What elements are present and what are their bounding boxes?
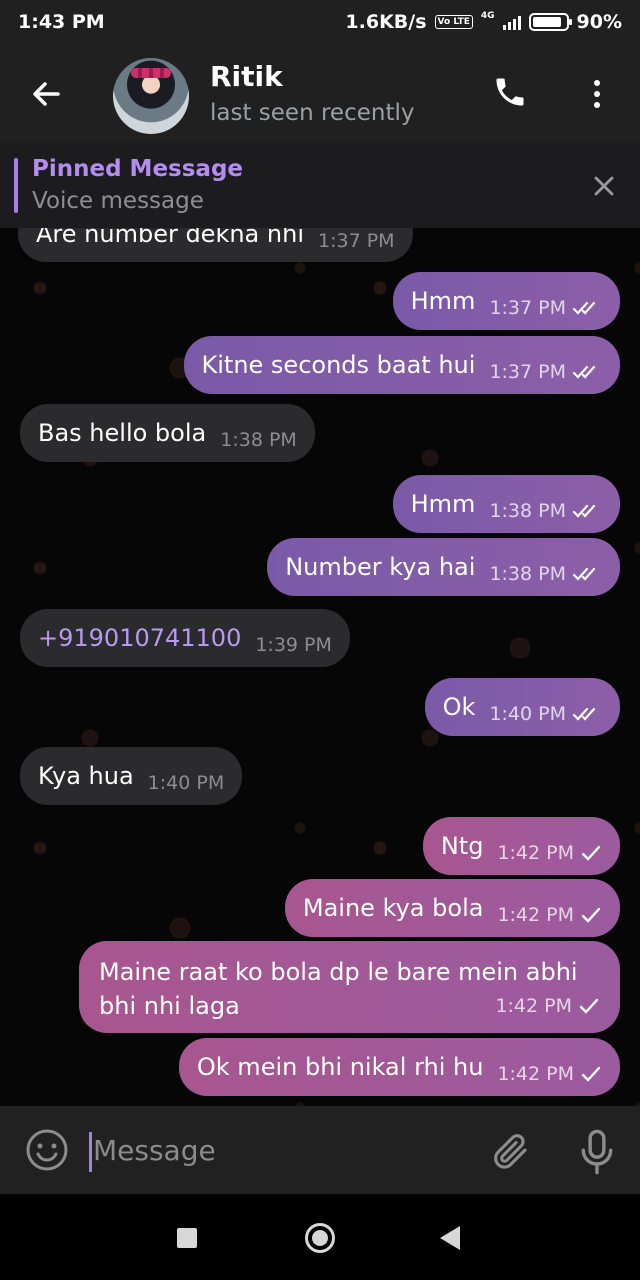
- more-menu-button[interactable]: [577, 74, 617, 114]
- message-composer: [0, 1106, 640, 1194]
- message-bubble-incoming[interactable]: +919010741100 1:39 PM: [20, 609, 350, 667]
- message-text: Ntg: [440, 832, 484, 860]
- message-text: Number kya hai: [285, 553, 476, 581]
- emoji-button[interactable]: [25, 1128, 69, 1172]
- paperclip-icon: [494, 1134, 527, 1169]
- double-check-icon: [572, 707, 596, 721]
- message-text: Bas hello bola: [38, 419, 207, 447]
- triangle-back-icon[interactable]: [440, 1226, 460, 1250]
- message-bubble-outgoing[interactable]: Ok mein bhi nikal rhi hu 1:42 PM: [178, 1038, 620, 1096]
- message-input[interactable]: [93, 1126, 473, 1174]
- message-bubble-incoming[interactable]: Are number dekna nhi 1:37 PM: [18, 228, 413, 262]
- pinned-close-button[interactable]: [590, 172, 618, 200]
- system-navigation-bar: [0, 1194, 640, 1280]
- message-text: Ok mein bhi nikal rhi hu: [196, 1053, 484, 1081]
- message-time: 1:42 PM: [497, 904, 574, 926]
- message-text: Ok: [442, 693, 476, 721]
- check-icon: [579, 998, 599, 1014]
- message-text: Hmm: [410, 287, 476, 315]
- network-speed: 1.6KB/s: [345, 11, 427, 33]
- status-indicators: 1.6KB/s Vo LTE 4G 90%: [345, 11, 622, 33]
- close-icon: [594, 176, 614, 196]
- double-check-icon: [572, 567, 596, 581]
- message-bubble-outgoing[interactable]: Hmm 1:38 PM: [392, 475, 620, 533]
- microphone-icon: [581, 1129, 613, 1175]
- double-check-icon: [572, 301, 596, 315]
- arrow-left-icon: [33, 82, 60, 106]
- double-check-icon: [572, 504, 596, 518]
- message-time: 1:42 PM: [495, 995, 572, 1017]
- avatar-flower-crown: [131, 68, 171, 78]
- message-bubble-outgoing[interactable]: Ok 1:40 PM: [424, 678, 620, 736]
- pinned-accent-line: [14, 158, 18, 213]
- square-icon[interactable]: [177, 1228, 197, 1248]
- pinned-text: Voice message: [32, 188, 204, 214]
- battery-percent: 90%: [576, 11, 622, 33]
- text-cursor: [89, 1132, 92, 1172]
- message-bubble-outgoing[interactable]: Ntg 1:42 PM: [422, 817, 620, 875]
- last-seen-status: last seen recently: [210, 100, 415, 126]
- check-icon: [581, 907, 601, 923]
- more-vertical-icon: [594, 80, 600, 86]
- message-text: Maine kya bola: [302, 894, 484, 922]
- pinned-title: Pinned Message: [32, 156, 244, 182]
- message-bubble-outgoing[interactable]: Hmm 1:37 PM: [392, 272, 620, 330]
- message-text: Hmm: [410, 490, 476, 518]
- message-time: 1:42 PM: [497, 842, 574, 864]
- status-time: 1:43 PM: [18, 11, 105, 33]
- check-icon: [581, 1066, 601, 1082]
- double-check-icon: [572, 365, 596, 379]
- message-time: 1:37 PM: [489, 297, 566, 319]
- message-text: Kya hua: [38, 762, 134, 790]
- message-text: Kitne seconds baat hui: [201, 351, 476, 379]
- message-list[interactable]: Are number dekna nhi 1:37 PM Hmm 1:37 PM…: [0, 228, 640, 1106]
- circle-icon[interactable]: [305, 1223, 335, 1253]
- message-time: 1:40 PM: [147, 772, 225, 794]
- message-bubble-outgoing[interactable]: Number kya hai 1:38 PM: [267, 538, 620, 596]
- signal-icon: [502, 14, 521, 30]
- network-type: 4G: [480, 11, 495, 21]
- call-button[interactable]: [492, 74, 532, 114]
- message-time: 1:37 PM: [489, 361, 566, 383]
- message-bubble-outgoing[interactable]: Kitne seconds baat hui 1:37 PM: [183, 336, 620, 394]
- attach-button[interactable]: [490, 1130, 532, 1172]
- message-bubble-outgoing[interactable]: Maine kya bola 1:42 PM: [284, 879, 620, 937]
- check-icon: [581, 845, 601, 861]
- message-time: 1:38 PM: [489, 563, 566, 585]
- message-time: 1:39 PM: [255, 634, 332, 656]
- status-bar: 1:43 PM 1.6KB/s Vo LTE 4G 90%: [0, 0, 640, 44]
- back-button[interactable]: [26, 74, 66, 114]
- message-bubble-outgoing[interactable]: Maine raat ko bola dp le bare mein abhi …: [79, 941, 620, 1033]
- message-text: Are number dekna nhi: [36, 228, 304, 248]
- volte-icon: Vo LTE: [434, 15, 473, 29]
- avatar[interactable]: [113, 58, 189, 134]
- pinned-message-bar[interactable]: Pinned Message Voice message: [0, 142, 640, 228]
- message-time: 1:38 PM: [489, 500, 566, 522]
- emoji-icon: [26, 1129, 68, 1171]
- chat-header: Ritik last seen recently: [0, 44, 640, 142]
- battery-icon: [528, 13, 572, 31]
- phone-icon: [496, 78, 524, 106]
- phone-number-link[interactable]: +919010741100: [38, 624, 241, 652]
- voice-record-button[interactable]: [576, 1128, 618, 1176]
- message-bubble-incoming[interactable]: Bas hello bola 1:38 PM: [20, 404, 315, 462]
- message-bubble-incoming[interactable]: Kya hua 1:40 PM: [20, 747, 243, 805]
- message-time: 1:42 PM: [497, 1063, 574, 1085]
- message-time: 1:37 PM: [317, 230, 395, 252]
- message-time: 1:40 PM: [489, 703, 566, 725]
- contact-name[interactable]: Ritik: [210, 60, 283, 93]
- message-time: 1:38 PM: [220, 429, 297, 451]
